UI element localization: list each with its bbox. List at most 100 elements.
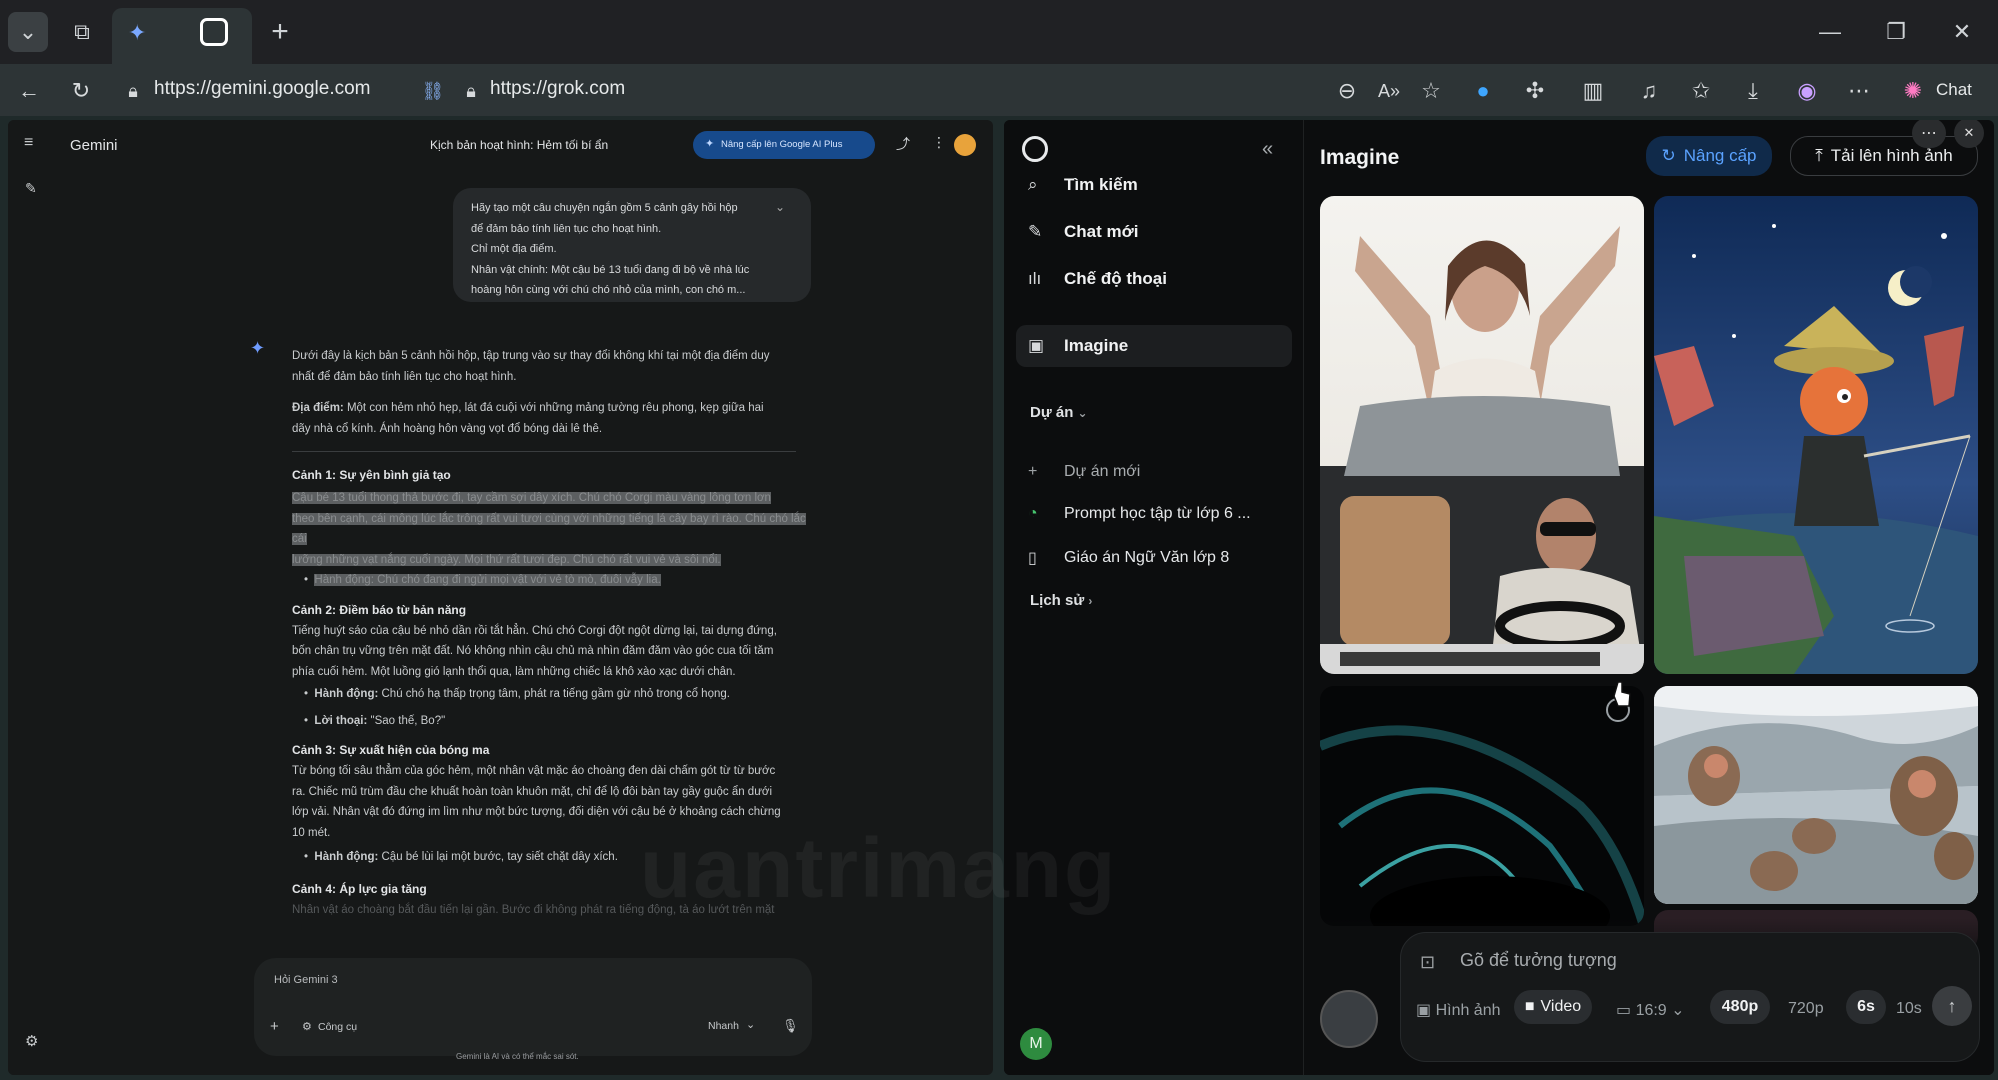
- tools-icon: ⚙: [302, 1021, 312, 1033]
- location-text: Một con hẻm nhỏ hẹp, lát đá cuội với nhữ…: [343, 402, 764, 414]
- projects-header[interactable]: Dự án ⌄: [1030, 404, 1088, 421]
- scene3-text: Từ bóng tối sâu thẳm của góc hẻm, một nh…: [292, 765, 776, 777]
- chevron-down-icon: ⌄: [18, 19, 38, 44]
- close-split-icon[interactable]: ✕: [1954, 120, 1984, 148]
- option-480p[interactable]: 480p: [1710, 990, 1770, 1024]
- workspaces-button[interactable]: ⧉: [62, 12, 102, 52]
- collections-icon[interactable]: ✩: [1686, 76, 1716, 106]
- nav-voice-mode[interactable]: ılı Chế độ thoại: [1016, 258, 1292, 300]
- submit-button[interactable]: ↑: [1932, 986, 1972, 1026]
- read-aloud-icon[interactable]: A»: [1374, 76, 1404, 106]
- share-icon[interactable]: ⤴: [896, 134, 910, 154]
- scene2-text: phía cuối hẻm. Một luồng gió lạnh thổi q…: [292, 665, 736, 678]
- loading-spinner-icon: ◔: [1028, 505, 1038, 522]
- profile-icon[interactable]: ◉: [1792, 76, 1822, 106]
- arrow-up-icon: ↑: [1947, 995, 1957, 1016]
- new-chat-icon[interactable]: ✎: [25, 180, 37, 197]
- gemini-side-rail: ≡ ✎ ⚙: [8, 120, 56, 1075]
- menu-icon[interactable]: ≡: [24, 134, 33, 152]
- avatar[interactable]: [954, 134, 976, 156]
- edit-icon: ✎: [1028, 222, 1043, 241]
- tab-active[interactable]: ✦: [112, 8, 252, 64]
- new-project-item[interactable]: + Dự án mới: [1016, 452, 1292, 492]
- extension-blue-icon[interactable]: ●: [1468, 76, 1498, 106]
- new-tab-button[interactable]: +: [260, 12, 300, 52]
- option-ratio[interactable]: ▭ 16:9 ⌄: [1616, 1000, 1685, 1020]
- upload-image-button[interactable]: ⤒ Tải lên hình ảnh: [1790, 136, 1978, 176]
- close-window-button[interactable]: ✕: [1942, 12, 1982, 52]
- copilot-icon[interactable]: ✺: [1898, 76, 1928, 106]
- option-10s[interactable]: 10s: [1896, 1000, 1922, 1018]
- option-video[interactable]: ■ Video: [1514, 990, 1592, 1024]
- copilot-chat-label[interactable]: Chat: [1936, 80, 1972, 100]
- prompt-input[interactable]: Gõ để tưởng tượng: [1460, 950, 1617, 971]
- downloads-icon[interactable]: ⤓: [1738, 76, 1768, 106]
- upload-icon: ⤒: [1815, 146, 1823, 165]
- address-right[interactable]: https://grok.com: [490, 78, 625, 100]
- back-button[interactable]: ←: [14, 76, 44, 106]
- nav-new-chat[interactable]: ✎ Chat mới: [1016, 211, 1292, 253]
- option-720p[interactable]: 720p: [1788, 1000, 1824, 1018]
- scene3-action: Cậu bé lùi lại một bước, tay siết chặt d…: [378, 851, 618, 863]
- nav-label: Tìm kiếm: [1064, 175, 1138, 194]
- conversation-title[interactable]: Kịch bản hoạt hình: Hẻm tối bí ẩn: [430, 138, 608, 152]
- user-msg-line: hoàng hôn cùng với chú chó nhỏ của mình,…: [471, 284, 746, 296]
- minimize-button[interactable]: —: [1810, 12, 1850, 52]
- page-title: Imagine: [1320, 146, 1400, 169]
- restore-button[interactable]: ❐: [1876, 12, 1916, 52]
- expand-chevron-icon[interactable]: ⌄: [775, 200, 785, 214]
- mode-selector[interactable]: Nhanh: [708, 1020, 739, 1032]
- attach-icon[interactable]: ⊡: [1420, 952, 1435, 973]
- new-project-label: Dự án mới: [1064, 463, 1141, 480]
- split-more-icon[interactable]: ⋯: [1912, 120, 1946, 148]
- zoom-out-icon[interactable]: ⊖: [1332, 76, 1362, 106]
- generated-image-snow-monkeys[interactable]: [1654, 686, 1978, 904]
- grok-favicon-icon: [200, 18, 228, 46]
- history-header[interactable]: Lịch sử ›: [1030, 592, 1092, 609]
- project-item[interactable]: ▯ Giáo án Ngữ Văn lớp 8: [1016, 538, 1292, 578]
- collapse-sidebar-icon[interactable]: «: [1262, 138, 1273, 161]
- tab-list-button[interactable]: ⌄: [8, 12, 48, 52]
- scene1-highlight: Cậu bé 13 tuổi thong thả bước đi, tay cầ…: [292, 492, 771, 504]
- more-vert-icon[interactable]: ⋮: [932, 134, 946, 151]
- reload-button[interactable]: ↻: [66, 76, 96, 106]
- grok-logo-icon[interactable]: [1022, 136, 1048, 162]
- project-item[interactable]: ◔ Prompt học tập từ lớp 6 ...: [1016, 494, 1292, 534]
- favorite-star-icon[interactable]: ☆: [1416, 76, 1446, 106]
- option-ratio-label: 16:9: [1635, 1002, 1667, 1019]
- generated-image-convertible[interactable]: [1320, 196, 1644, 674]
- cartoon-fisher-image: [1654, 196, 1978, 674]
- more-menu-icon[interactable]: ⋯: [1844, 76, 1874, 106]
- nav-imagine[interactable]: ▣ Imagine: [1016, 325, 1292, 367]
- split-link-icon[interactable]: ⛓: [418, 76, 448, 106]
- split-screen-icon[interactable]: ▥: [1578, 76, 1608, 106]
- scene3-text: ra. Chiếc mũ trùm đầu che khuất hoàn toà…: [292, 785, 773, 798]
- prompt-placeholder[interactable]: Hỏi Gemini 3: [274, 974, 338, 986]
- option-6s[interactable]: 6s: [1846, 990, 1886, 1024]
- upgrade-google-ai-button[interactable]: ✦ Nâng cấp lên Google AI Plus: [693, 131, 875, 159]
- response-intro: nhất để đảm bảo tính liên tục cho hoạt h…: [292, 370, 517, 383]
- gemini-brand: Gemini: [70, 137, 118, 154]
- upgrade-label: Nâng cấp lên Google AI Plus: [721, 139, 843, 150]
- reference-thumbnail[interactable]: [1320, 990, 1378, 1048]
- extensions-icon[interactable]: ✣: [1520, 76, 1550, 106]
- chevron-down-icon: ⌄: [746, 1019, 756, 1031]
- settings-gear-icon[interactable]: ⚙: [25, 1032, 38, 1050]
- scene2-text: bốn chân trụ vững trên mặt đất. Nó không…: [292, 645, 774, 657]
- option-image[interactable]: ▣ Hình ảnh: [1416, 1000, 1501, 1020]
- add-plus-icon[interactable]: +: [270, 1018, 279, 1035]
- media-icon[interactable]: ♫: [1634, 76, 1664, 106]
- address-left[interactable]: https://gemini.google.com: [154, 78, 371, 100]
- microphone-icon[interactable]: 🎙︎: [782, 1018, 799, 1034]
- upgrade-button[interactable]: ↻ Nâng cấp: [1646, 136, 1772, 176]
- gemini-spark-icon: ✦: [250, 338, 266, 358]
- divider: [292, 451, 796, 452]
- upgrade-label: Nâng cấp: [1683, 146, 1757, 165]
- generated-image-cartoon-fisher[interactable]: [1654, 196, 1978, 674]
- nav-search[interactable]: ⌕ Tìm kiếm: [1016, 164, 1292, 206]
- tools-button[interactable]: Công cụ: [318, 1021, 357, 1033]
- reload-icon: ↻: [71, 78, 91, 103]
- generated-image-vortex[interactable]: [1320, 686, 1644, 926]
- user-avatar[interactable]: M: [1020, 1028, 1052, 1060]
- gemini-prompt-box[interactable]: Hỏi Gemini 3 + ⚙ Công cụ Nhanh ⌄ 🎙︎: [254, 958, 812, 1056]
